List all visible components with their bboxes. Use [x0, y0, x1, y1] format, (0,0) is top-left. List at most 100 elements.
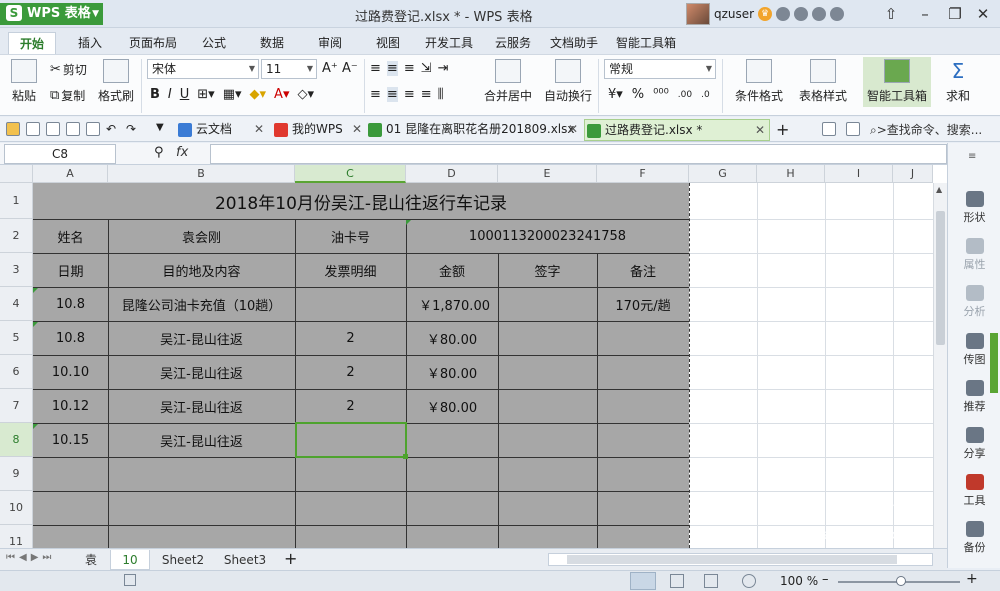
zoom-out-icon[interactable]: –: [822, 572, 829, 587]
clear-format-icon[interactable]: ◇▾: [297, 87, 314, 102]
table-cell-date[interactable]: 10.8: [33, 321, 108, 355]
font-name-select[interactable]: 宋体 ▼: [147, 59, 259, 79]
print-preview-icon[interactable]: [86, 122, 100, 136]
sheet-tab[interactable]: Sheet2: [154, 550, 212, 570]
header-amount[interactable]: 金额: [406, 253, 498, 287]
close-icon[interactable]: ✕: [352, 119, 362, 139]
tab-page-layout[interactable]: 页面布局: [122, 32, 184, 54]
table-cell-invoice[interactable]: 2: [295, 389, 406, 423]
skin-icon[interactable]: [776, 7, 791, 21]
page-break-view-icon[interactable]: [670, 574, 684, 588]
zoom-level[interactable]: 100 %: [780, 574, 818, 588]
table-cell-note[interactable]: [597, 321, 689, 355]
decrease-font-button[interactable]: A⁻: [342, 61, 358, 76]
select-all-corner[interactable]: [0, 165, 33, 183]
column-header[interactable]: J: [893, 165, 933, 183]
settings-icon[interactable]: [794, 7, 809, 21]
card-number-cell[interactable]: 1000113200023241758: [406, 219, 689, 253]
panel-shapes[interactable]: 形状: [948, 191, 1000, 225]
table-cell-date[interactable]: 10.12: [33, 389, 108, 423]
row-header[interactable]: 7: [0, 389, 33, 423]
header-invoice[interactable]: 发票明细: [295, 253, 406, 287]
table-cell-invoice[interactable]: [295, 287, 406, 321]
orientation-icon[interactable]: ⇲: [421, 61, 432, 76]
border-icon[interactable]: ⊞▾: [197, 87, 214, 102]
doc-tab-roster[interactable]: 01 昆隆在离职花名册201809.xlsx ✕: [366, 119, 582, 141]
font-color-icon[interactable]: A▾: [274, 87, 289, 102]
column-header[interactable]: F: [597, 165, 689, 183]
column-header[interactable]: C: [295, 165, 406, 183]
column-header[interactable]: I: [825, 165, 893, 183]
row-header[interactable]: 5: [0, 321, 33, 355]
fill-color-icon[interactable]: ◆▾: [250, 87, 267, 102]
sheet-tab[interactable]: 袁: [76, 550, 106, 570]
formula-input[interactable]: [210, 144, 947, 164]
chevron-down-icon[interactable]: ▼: [156, 122, 170, 136]
table-cell-amount[interactable]: ￥80.00: [406, 389, 498, 423]
minimize-button[interactable]: –: [912, 3, 938, 25]
normal-view-icon[interactable]: [630, 572, 656, 590]
print-icon[interactable]: [66, 122, 80, 136]
align-center-icon[interactable]: ≡: [386, 87, 398, 102]
table-cell-destination[interactable]: 吴江-昆山往返: [108, 389, 295, 423]
tab-doc-assistant[interactable]: 文档助手: [546, 32, 602, 54]
fill-handle[interactable]: [403, 454, 408, 459]
format-painter-button[interactable]: 格式刷: [96, 59, 136, 104]
close-icon[interactable]: ✕: [568, 119, 578, 139]
doc-tab-mywps[interactable]: 我的WPS ✕: [272, 119, 366, 141]
italic-icon[interactable]: I: [168, 87, 172, 102]
sum-button[interactable]: Σ 求和: [938, 59, 978, 104]
column-header[interactable]: D: [406, 165, 498, 183]
name-box[interactable]: C8: [4, 144, 116, 164]
cut-button[interactable]: ✂ 剪切: [50, 61, 87, 78]
table-cell-date[interactable]: 10.15: [33, 423, 108, 457]
row-header[interactable]: 4: [0, 287, 33, 321]
tab-formulas[interactable]: 公式: [192, 32, 236, 54]
panel-tools[interactable]: 工具: [948, 474, 1000, 508]
table-cell-amount[interactable]: ￥80.00: [406, 355, 498, 389]
name-value-cell[interactable]: 袁会刚: [108, 219, 295, 253]
row-header[interactable]: 11: [0, 525, 33, 548]
horizontal-scrollbar[interactable]: [548, 553, 933, 566]
search-box[interactable]: ⌕>查找命令、搜索...: [870, 121, 982, 138]
table-cell-invoice[interactable]: 2: [295, 355, 406, 389]
indent-icon[interactable]: ⇥: [438, 61, 449, 76]
copy-button[interactable]: ⧉ 复制: [50, 87, 85, 104]
conditional-format-button[interactable]: 条件格式: [728, 59, 790, 104]
page-layout-view-icon[interactable]: [704, 574, 718, 588]
column-header[interactable]: B: [108, 165, 295, 183]
panel-analysis[interactable]: 分析: [948, 285, 1000, 319]
close-icon[interactable]: ✕: [254, 119, 264, 139]
column-header[interactable]: A: [33, 165, 108, 183]
window-list-icon[interactable]: [846, 122, 860, 136]
panel-collapse-icon[interactable]: ≡: [968, 151, 976, 162]
vertical-scrollbar[interactable]: ▲: [933, 183, 947, 548]
tab-home[interactable]: 开始: [8, 32, 56, 54]
currency-icon[interactable]: ¥▾: [608, 87, 623, 102]
table-cell-signature[interactable]: [498, 321, 597, 355]
table-cell-destination[interactable]: 昆隆公司油卡充值（10趟）: [108, 287, 295, 321]
table-cell-note[interactable]: 170元/趟: [597, 287, 689, 321]
align-middle-icon[interactable]: ≡: [386, 61, 398, 76]
merge-center-button[interactable]: 合并居中: [480, 59, 536, 104]
panel-edge-handle[interactable]: [990, 333, 998, 393]
sheet-nav-arrows-icon[interactable]: ⏮◀▶⏭: [6, 552, 55, 563]
panel-backup[interactable]: 备份: [948, 521, 1000, 555]
username[interactable]: qzuser: [714, 7, 754, 21]
panel-share[interactable]: 分享: [948, 427, 1000, 461]
comma-icon[interactable]: ⁰⁰⁰: [653, 87, 669, 102]
zoom-in-icon[interactable]: +: [966, 571, 978, 587]
tab-review[interactable]: 审阅: [308, 32, 352, 54]
bold-icon[interactable]: B: [150, 87, 160, 102]
header-signature[interactable]: 签字: [498, 253, 597, 287]
number-format-select[interactable]: 常规 ▼: [604, 59, 716, 79]
table-cell-amount[interactable]: ￥1,870.00: [406, 287, 498, 321]
open-folder-icon[interactable]: [6, 122, 20, 136]
selected-cell-c8[interactable]: [295, 422, 407, 458]
screen-icon[interactable]: [822, 122, 836, 136]
restore-button[interactable]: ❐: [942, 3, 968, 25]
feedback-icon[interactable]: [812, 7, 827, 21]
tab-smart-toolbox[interactable]: 智能工具箱: [612, 32, 680, 54]
save-icon[interactable]: [26, 122, 40, 136]
wrap-text-button[interactable]: 自动换行: [542, 59, 594, 104]
